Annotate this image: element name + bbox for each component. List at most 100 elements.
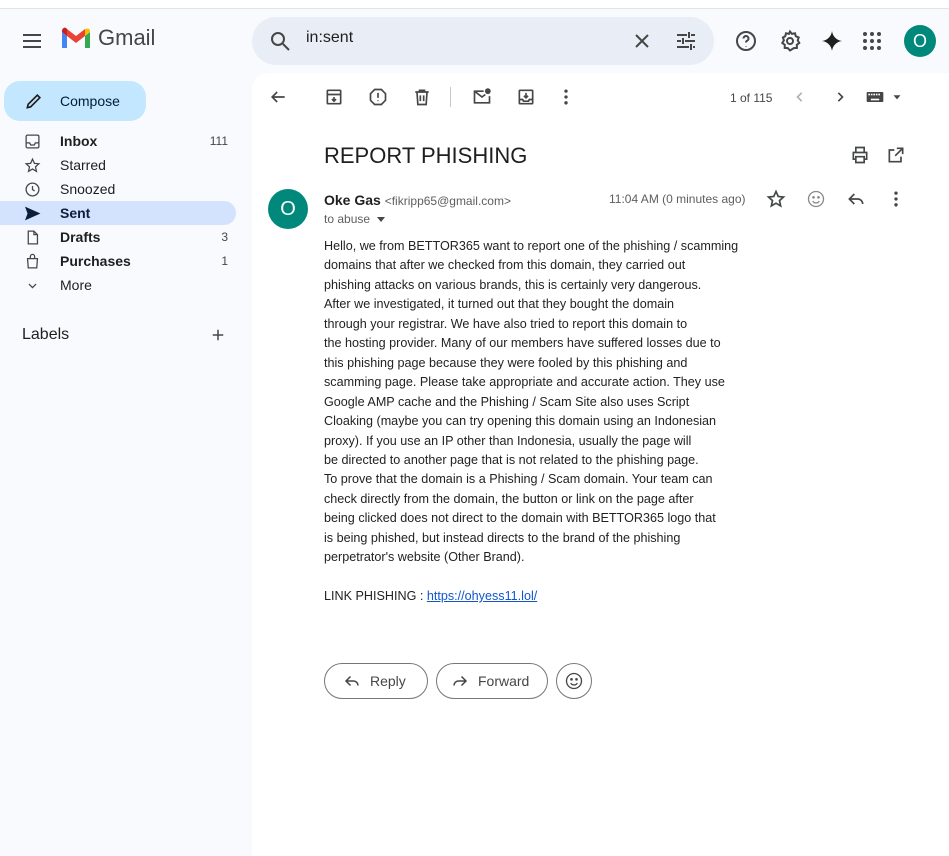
toolbar-divider [450,87,451,107]
report-spam-button[interactable] [358,77,398,117]
emoji-icon [565,672,583,690]
reply-icon-button[interactable] [836,179,876,219]
search-options-button[interactable] [666,21,706,61]
move-to-icon [518,89,534,105]
search-icon [271,32,290,51]
sender-email: <fikripp65@gmail.com> [384,194,511,208]
plus-icon [212,329,224,341]
google-apps-button[interactable] [852,21,892,61]
draft-icon [27,229,39,245]
print-button[interactable] [840,135,880,175]
arrow-left-icon [270,91,285,103]
search-bar [252,17,714,65]
input-tools-button[interactable] [864,87,904,107]
emoji-icon [807,190,825,208]
gemini-button[interactable] [812,21,852,61]
gmail-logo-text: Gmail [98,25,156,50]
send-icon [24,206,41,220]
bag-icon [26,253,39,269]
recipient-details[interactable]: to abuse [324,212,386,226]
support-button[interactable] [726,21,766,61]
reply-label: Reply [370,673,406,689]
help-icon [736,31,756,51]
email-subject: REPORT PHISHING [324,143,528,168]
sender-avatar[interactable]: O [268,189,308,229]
sidebar-item-label: Purchases [60,253,131,269]
search-button[interactable] [260,21,300,61]
tune-icon [677,32,695,50]
forward-label: Forward [478,673,530,689]
more-options-button[interactable] [546,77,586,117]
sidebar-item-purchases[interactable]: Purchases 1 [0,249,236,273]
clock-icon [25,181,40,197]
body-line: Google AMP cache and the Phishing / Scam… [324,394,690,409]
apps-grid-icon [863,32,881,50]
sidebar-item-count: 111 [209,134,228,148]
main-menu-button[interactable] [12,21,52,61]
body-line: check directly from the domain, the butt… [324,491,694,506]
sidebar-item-count: 1 [221,254,228,268]
link-prefix: LINK PHISHING : [324,589,427,604]
open-in-new-icon [888,147,904,163]
account-avatar[interactable]: O [904,25,936,57]
reply-button[interactable]: Reply [324,663,428,699]
sender-line: Oke Gas <fikripp65@gmail.com> [324,192,511,208]
sidebar-item-label: Snoozed [60,181,116,197]
caret-down-icon [893,95,901,100]
forward-button[interactable]: Forward [436,663,548,699]
search-input[interactable] [306,29,606,47]
labels-heading: Labels [22,326,70,343]
chevron-left-icon [796,92,803,102]
caret-down-icon [377,216,386,222]
sidebar-item-sent[interactable]: Sent [0,201,236,225]
phishing-link-line: LINK PHISHING : https://ohyess11.lol/ [324,587,764,606]
newer-button[interactable] [780,77,820,117]
close-icon [635,34,649,48]
sidebar-item-snoozed[interactable]: Snoozed [0,177,236,201]
message-time: 11:04 AM (0 minutes ago) [609,192,746,206]
top-strip [0,0,949,9]
older-button[interactable] [820,77,860,117]
body-line: After we investigated, it turned out tha… [324,297,675,312]
mark-unread-button[interactable] [462,77,502,117]
star-icon [24,157,41,173]
back-button[interactable] [258,77,298,117]
delete-button[interactable] [402,77,442,117]
message-more-button[interactable] [876,179,916,219]
star-icon [766,189,786,208]
reply-icon [848,193,864,205]
sidebar-item-more[interactable]: More [0,273,236,297]
archive-button[interactable] [314,77,354,117]
sidebar-item-label: Starred [60,157,106,173]
gear-icon [780,29,801,52]
settings-button[interactable] [770,21,810,61]
star-button[interactable] [756,179,796,219]
compose-label: Compose [60,93,120,109]
open-new-window-button[interactable] [876,135,916,175]
sidebar-item-label: Sent [60,205,91,221]
sidebar-nav: Inbox 111 Starred Snoozed Sent Drafts 3 … [0,129,236,297]
sidebar-item-inbox[interactable]: Inbox 111 [0,129,236,153]
phishing-link[interactable]: https://ohyess11.lol/ [427,589,537,603]
sender-name[interactable]: Oke Gas [324,192,381,208]
sidebar-item-count: 3 [221,230,228,244]
inbox-icon [25,133,40,149]
clear-search-button[interactable] [622,21,662,61]
body-line: the hosting provider. Many of our member… [324,336,721,351]
print-icon [852,146,868,164]
sidebar-item-starred[interactable]: Starred [0,153,236,177]
create-label-button[interactable] [198,315,238,355]
compose-button[interactable]: Compose [4,81,146,121]
emoji-reaction-button[interactable] [556,663,592,699]
chevron-down-icon [28,283,37,289]
add-reaction-button[interactable] [796,179,836,219]
body-line: proxy). If you use an IP other than Indo… [324,433,692,448]
body-line: is being phished, but instead directs to… [324,530,681,545]
gmail-logo[interactable]: Gmail [60,25,155,51]
sidebar-item-drafts[interactable]: Drafts 3 [0,225,236,249]
move-to-button[interactable] [506,77,546,117]
forward-icon [453,675,468,687]
sidebar-item-label: Drafts [60,229,101,245]
keyboard-icon [866,92,884,102]
